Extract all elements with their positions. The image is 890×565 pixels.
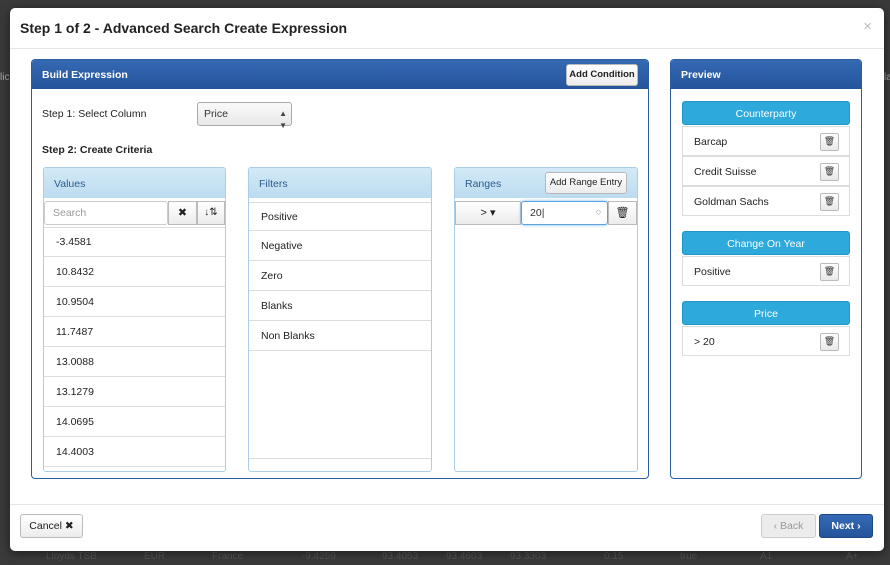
- preview-item: Goldman Sachs 🗑: [682, 186, 850, 216]
- filters-header: Filters: [249, 168, 431, 198]
- background-cell: A1: [760, 551, 773, 562]
- operator-value: > ▾: [480, 207, 496, 219]
- range-value: 20: [530, 207, 542, 219]
- ranges-title: Ranges: [465, 178, 502, 190]
- value-item[interactable]: 11.7487: [44, 318, 225, 347]
- add-condition-button[interactable]: Add Condition: [566, 64, 638, 86]
- ranges-header: Ranges Add Range Entry: [455, 168, 637, 198]
- background-cell: A+: [846, 551, 859, 562]
- column-select[interactable]: Price ▲ ▼: [197, 102, 292, 130]
- values-column: Values Search ✖ ↓⇅ -3.4581 10.8432 10.95…: [43, 167, 226, 472]
- step2-label: Step 2: Create Criteria: [42, 144, 153, 156]
- background-cell: -9.4259: [302, 551, 336, 562]
- value-item[interactable]: 13.0088: [44, 348, 225, 377]
- build-expression-title: Build Expression: [42, 69, 128, 81]
- close-icon[interactable]: ×: [863, 18, 872, 35]
- modal-footer: Cancel ✖ ‹ Back Next ›: [10, 504, 884, 551]
- values-list: -3.4581 10.8432 10.9504 11.7487 13.0088 …: [44, 227, 225, 471]
- remove-item-button[interactable]: 🗑: [820, 133, 839, 151]
- value-item[interactable]: -3.4581: [44, 228, 225, 257]
- background-cell: true: [680, 551, 698, 562]
- clear-search-button[interactable]: ✖: [168, 201, 197, 225]
- value-item[interactable]: 10.8432: [44, 258, 225, 287]
- background-cell: EUR: [144, 551, 166, 562]
- preview-panel: Preview Counterparty Barcap 🗑 Credit Sui…: [670, 59, 862, 479]
- preview-item: Credit Suisse 🗑: [682, 156, 850, 186]
- background-cell: France: [212, 551, 244, 562]
- add-range-entry-button[interactable]: Add Range Entry: [545, 172, 627, 194]
- preview-item-label: Positive: [694, 266, 731, 278]
- build-expression-header: Build Expression Add Condition: [32, 60, 648, 89]
- values-header: Values: [44, 168, 225, 198]
- modal-title: Step 1 of 2 - Advanced Search Create Exp…: [20, 20, 348, 36]
- remove-item-button[interactable]: 🗑: [820, 163, 839, 181]
- value-item[interactable]: 14.4003: [44, 438, 225, 467]
- operator-dropdown[interactable]: > ▾: [455, 201, 521, 225]
- step1-label: Step 1: Select Column: [42, 108, 147, 120]
- filters-column: Filters Positive Negative Zero Blanks No…: [248, 167, 432, 472]
- values-title: Values: [54, 178, 86, 190]
- background-cell: Lloyds TSB: [46, 551, 97, 562]
- filter-item[interactable]: Zero: [249, 262, 431, 291]
- build-expression-panel: Build Expression Add Condition Step 1: S…: [31, 59, 649, 479]
- remove-item-button[interactable]: 🗑: [820, 263, 839, 281]
- preview-item-label: > 20: [694, 336, 715, 348]
- preview-title: Preview: [681, 69, 721, 81]
- background-table-row: Lloyds TSB EUR France -9.4259 93.4053 93…: [0, 551, 890, 565]
- preview-item: > 20 🗑: [682, 326, 850, 356]
- filters-title: Filters: [259, 178, 288, 190]
- remove-item-button[interactable]: 🗑: [820, 193, 839, 211]
- remove-item-button[interactable]: 🗑: [820, 333, 839, 351]
- background-cell: 93.4053: [382, 551, 419, 562]
- filter-item[interactable]: Positive: [249, 202, 431, 231]
- background-left-edge: lic: [0, 72, 9, 83]
- value-item[interactable]: 14.0695: [44, 408, 225, 437]
- search-input[interactable]: Search: [44, 201, 168, 225]
- preview-item: Positive 🗑: [682, 256, 850, 286]
- background-right-edge: la: [884, 72, 890, 83]
- filters-footer-divider: [249, 458, 431, 459]
- next-button[interactable]: Next ›: [819, 514, 873, 538]
- filter-item[interactable]: Non Blanks: [249, 322, 431, 351]
- sort-button[interactable]: ↓⇅: [197, 201, 225, 225]
- cancel-button[interactable]: Cancel ✖: [20, 514, 83, 538]
- value-item[interactable]: 13.1279: [44, 378, 225, 407]
- background-cell: 0.15: [604, 551, 624, 562]
- preview-item-label: Barcap: [694, 136, 728, 148]
- advanced-search-modal: Step 1 of 2 - Advanced Search Create Exp…: [10, 8, 884, 551]
- background-cell: 93.3303: [510, 551, 547, 562]
- text-cursor: |: [541, 207, 545, 219]
- preview-item-label: Credit Suisse: [694, 166, 757, 178]
- preview-item-label: Goldman Sachs: [694, 196, 769, 208]
- spinner-icon: ◇: [595, 209, 601, 216]
- preview-group-change-on-year: Change On Year: [682, 231, 850, 255]
- column-select-value: Price: [204, 108, 228, 120]
- filter-item[interactable]: Negative: [249, 232, 431, 261]
- trash-icon: 🗑: [615, 207, 630, 219]
- preview-header: Preview: [671, 60, 861, 89]
- modal-header: Step 1 of 2 - Advanced Search Create Exp…: [10, 8, 884, 49]
- filter-item[interactable]: Blanks: [249, 292, 431, 321]
- clear-icon: ✖: [177, 207, 188, 219]
- search-placeholder: Search: [53, 207, 87, 219]
- range-value-input[interactable]: 20| ◇: [521, 201, 608, 225]
- select-arrows-icon: ▲ ▼: [279, 109, 287, 130]
- background-edge-text: lic: [0, 72, 10, 83]
- delete-range-button[interactable]: 🗑: [608, 201, 637, 225]
- preview-group-counterparty: Counterparty: [682, 101, 850, 125]
- back-button[interactable]: ‹ Back: [761, 514, 816, 538]
- background-cell: 93.4603: [446, 551, 483, 562]
- preview-item: Barcap 🗑: [682, 126, 850, 156]
- value-item[interactable]: 10.9504: [44, 288, 225, 317]
- sort-icon: ↓⇅: [204, 207, 218, 218]
- preview-group-price: Price: [682, 301, 850, 325]
- ranges-column: Ranges Add Range Entry > ▾ 20| ◇ 🗑: [454, 167, 638, 472]
- background-edge-text: la: [884, 72, 890, 83]
